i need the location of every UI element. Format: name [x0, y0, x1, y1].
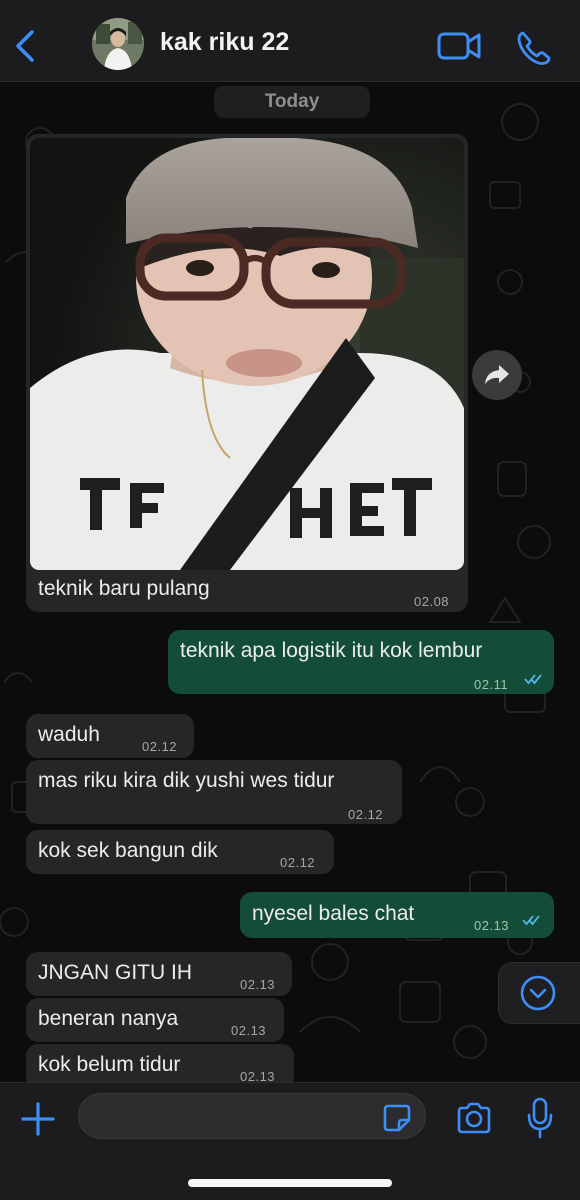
plus-icon — [21, 1102, 55, 1136]
selfie-image — [30, 138, 464, 570]
message-text: waduh — [38, 723, 100, 746]
message-text: teknik apa logistik itu kok lembur — [180, 639, 483, 662]
voice-call-button[interactable] — [514, 28, 554, 68]
incoming-message[interactable]: kok belum tidur 02.13 — [26, 1044, 294, 1082]
avatar-image — [92, 18, 144, 70]
incoming-message[interactable]: kok sek bangun dik 02.12 — [26, 830, 334, 874]
sticker-button[interactable] — [382, 1103, 412, 1133]
message-text: nyesel bales chat — [252, 902, 415, 925]
message-time: 02.08 — [414, 594, 450, 609]
video-call-button[interactable] — [436, 28, 484, 64]
message-time: 02.11 — [474, 677, 509, 692]
message-input[interactable] — [78, 1093, 426, 1139]
message-time: 02.12 — [348, 807, 384, 822]
message-time: 02.13 — [240, 1069, 276, 1082]
incoming-message[interactable]: JNGAN GITU IH 02.13 — [26, 952, 292, 996]
attach-button[interactable] — [20, 1101, 56, 1137]
message-photo[interactable] — [30, 138, 464, 570]
microphone-button[interactable] — [526, 1097, 554, 1139]
message-list[interactable]: Today teknik baru pulang 02.08 teknik ap… — [0, 82, 580, 1082]
microphone-icon — [527, 1097, 553, 1139]
message-time: 02.13 — [240, 977, 276, 992]
outgoing-message[interactable]: nyesel bales chat 02.13 — [240, 892, 554, 938]
sticker-icon — [383, 1104, 411, 1132]
read-receipt-icon — [524, 674, 542, 685]
outgoing-message[interactable]: teknik apa logistik itu kok lembur 02.11 — [168, 630, 554, 694]
home-indicator[interactable] — [188, 1179, 392, 1187]
incoming-message[interactable]: waduh 02.12 — [26, 714, 194, 758]
back-button[interactable] — [8, 26, 42, 66]
chevron-down-circle-icon — [520, 975, 556, 1011]
message-time: 02.13 — [231, 1023, 267, 1038]
message-time: 02.13 — [474, 918, 510, 933]
date-divider: Today — [214, 86, 370, 118]
image-caption: teknik baru pulang — [38, 577, 210, 600]
camera-icon — [457, 1102, 491, 1134]
incoming-message[interactable]: mas riku kira dik yushi wes tidur 02.12 — [26, 760, 402, 824]
forward-button[interactable] — [472, 350, 522, 400]
message-composer — [0, 1082, 580, 1200]
message-time: 02.12 — [280, 855, 316, 870]
chevron-left-icon — [16, 30, 34, 62]
image-message[interactable]: teknik baru pulang 02.08 — [26, 134, 468, 612]
contact-name[interactable]: kak riku 22 — [160, 28, 289, 57]
incoming-message[interactable]: beneran nanya 02.13 — [26, 998, 284, 1042]
read-receipt-icon — [522, 915, 540, 926]
message-text: mas riku kira dik yushi wes tidur — [38, 769, 335, 792]
share-arrow-icon — [485, 365, 509, 384]
scroll-to-bottom-button[interactable] — [498, 962, 580, 1024]
message-text: beneran nanya — [38, 1007, 179, 1030]
video-camera-icon — [437, 32, 481, 60]
message-text: kok sek bangun dik — [38, 839, 218, 862]
message-text: kok belum tidur — [38, 1053, 181, 1076]
phone-icon — [517, 31, 551, 65]
camera-button[interactable] — [455, 1101, 493, 1135]
message-text: JNGAN GITU IH — [38, 961, 193, 984]
contact-avatar[interactable] — [92, 18, 144, 70]
message-time: 02.12 — [142, 739, 178, 754]
chat-header: kak riku 22 — [0, 0, 580, 82]
